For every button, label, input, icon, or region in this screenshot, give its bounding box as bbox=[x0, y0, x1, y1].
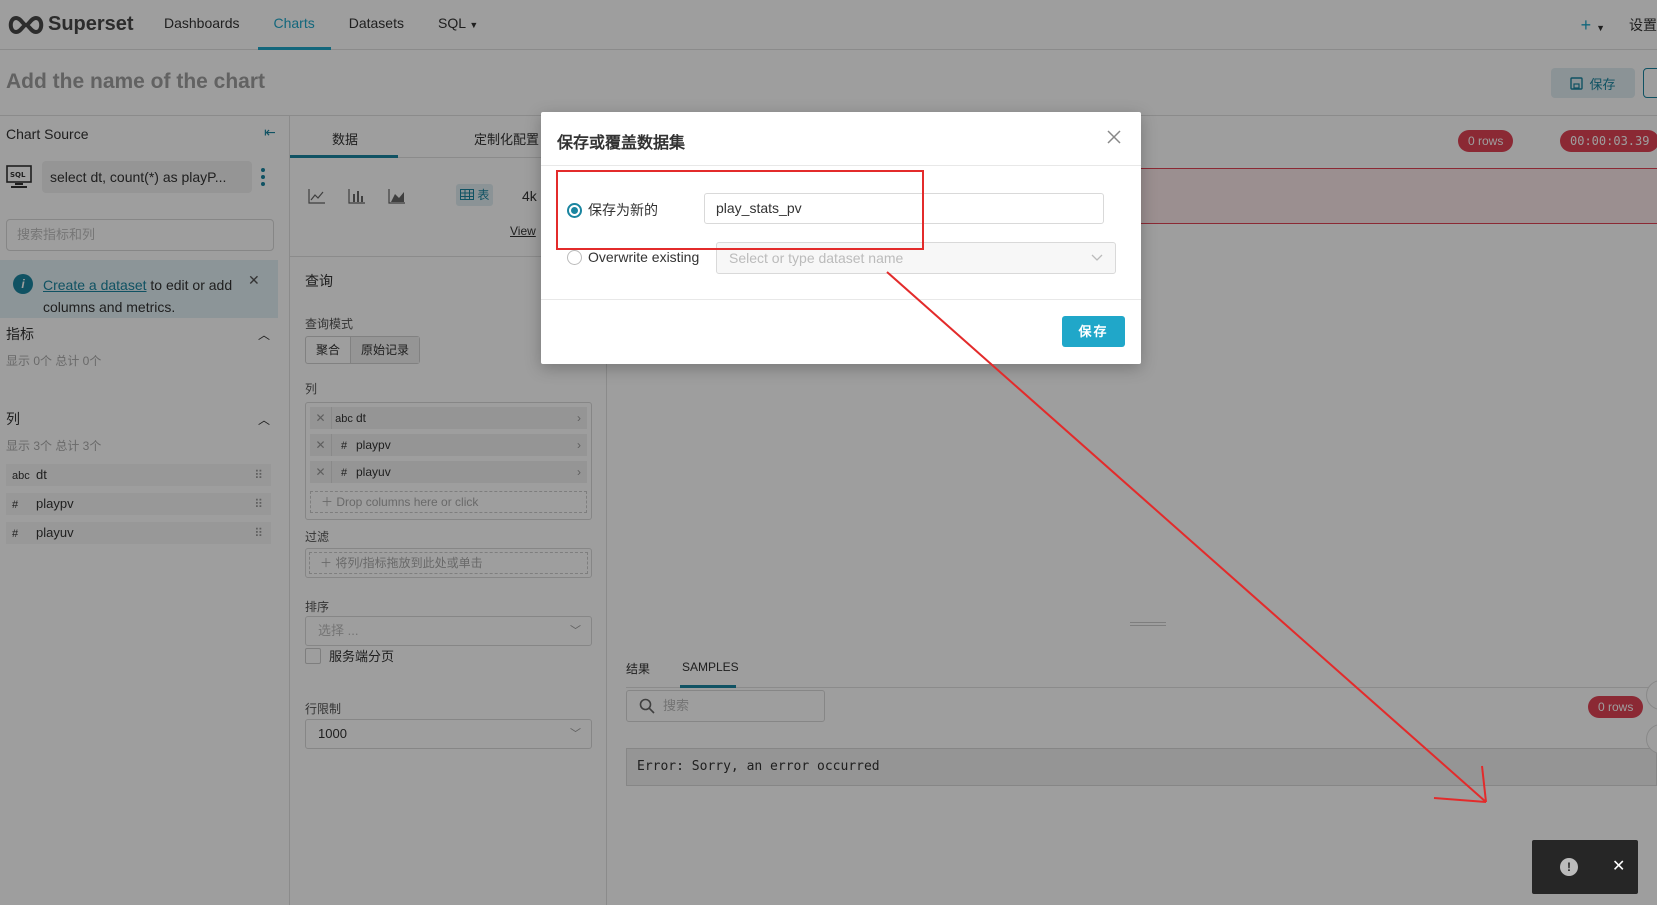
close-icon[interactable]: ✕ bbox=[1612, 856, 1625, 876]
error-toast: ! ✕ bbox=[1532, 840, 1638, 894]
annotation-highlight-box bbox=[556, 170, 924, 250]
divider bbox=[541, 299, 1141, 300]
dataset-select-placeholder: Select or type dataset name bbox=[729, 250, 904, 266]
modal-title: 保存或覆盖数据集 bbox=[557, 135, 686, 152]
overwrite-existing-option[interactable]: Overwrite existing bbox=[567, 249, 699, 265]
alert-icon: ! bbox=[1560, 858, 1578, 876]
save-dataset-button[interactable]: 保存 bbox=[1062, 316, 1125, 347]
overwrite-existing-label: Overwrite existing bbox=[588, 249, 700, 265]
chevron-down-icon bbox=[1091, 254, 1103, 261]
overwrite-existing-radio[interactable] bbox=[567, 249, 582, 265]
close-icon[interactable] bbox=[1105, 128, 1123, 146]
